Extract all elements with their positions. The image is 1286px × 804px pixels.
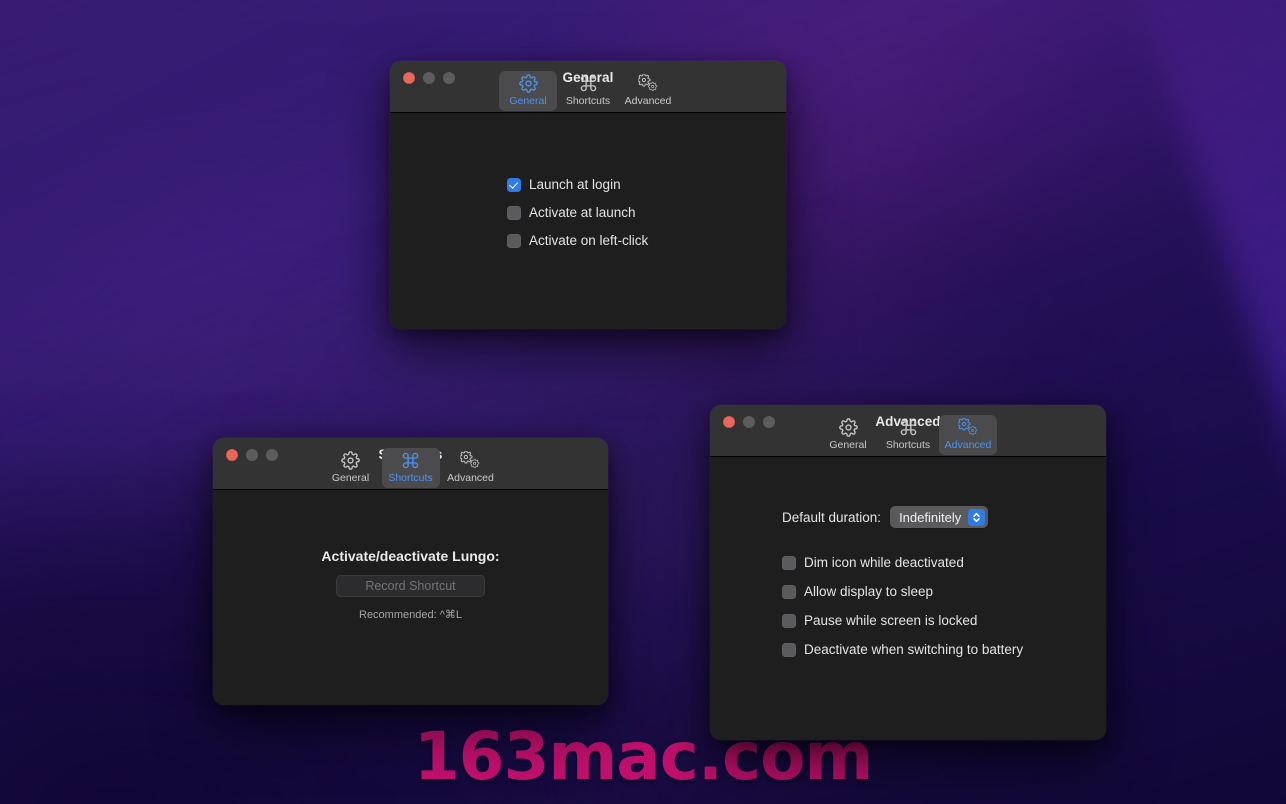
tab-general[interactable]: General [322, 448, 380, 488]
general-toolbar: General Shortcuts Advanced [390, 71, 786, 113]
general-preferences-window[interactable]: General General Shortcuts Advanced Launc… [390, 61, 786, 329]
checkbox-row-dim-icon[interactable]: Dim icon while deactivated [782, 555, 1106, 571]
general-body: Launch at login Activate at launch Activ… [390, 113, 786, 328]
advanced-titlebar: Advanced General Shortcuts Advanced [710, 405, 1106, 457]
checkbox-row-allow-display-sleep[interactable]: Allow display to sleep [782, 584, 1106, 600]
checkbox-activate-at-launch-label: Activate at launch [529, 205, 636, 220]
gear-icon [838, 417, 858, 438]
checkbox-activate-on-left-click-label: Activate on left-click [529, 233, 649, 248]
shortcuts-body: Activate/deactivate Lungo: Record Shortc… [213, 490, 608, 704]
shortcut-prompt-label: Activate/deactivate Lungo: [321, 548, 500, 564]
tab-general-label: General [829, 439, 867, 451]
shortcuts-titlebar: Shortcuts General [213, 438, 608, 490]
checkbox-row-pause-screen-locked[interactable]: Pause while screen is locked [782, 613, 1106, 629]
checkbox-dim-icon-label: Dim icon while deactivated [804, 555, 964, 570]
tab-general-label: General [509, 95, 547, 107]
gear-icon [341, 450, 360, 471]
tab-shortcuts-label: Shortcuts [565, 95, 611, 107]
double-gear-icon [957, 417, 979, 438]
shortcuts-toolbar: General Shortcuts Advanced [213, 448, 608, 490]
gear-icon [518, 73, 538, 94]
checkbox-dim-icon-while-deactivated[interactable] [782, 556, 796, 570]
checkbox-activate-at-launch[interactable] [507, 206, 521, 220]
tab-shortcuts-label: Shortcuts [885, 439, 931, 451]
advanced-checkbox-group: Dim icon while deactivated Allow display… [782, 555, 1106, 658]
chevron-up-down-icon [968, 508, 986, 526]
default-duration-select[interactable]: Indefinitely [890, 506, 989, 528]
advanced-toolbar: General Shortcuts Advanced [710, 415, 1106, 457]
tab-advanced[interactable]: Advanced [939, 415, 997, 455]
tab-shortcuts[interactable]: Shortcuts [879, 415, 937, 455]
checkbox-pause-while-screen-is-locked[interactable] [782, 614, 796, 628]
record-shortcut-button[interactable]: Record Shortcut [336, 575, 485, 597]
checkbox-row-deactivate-on-battery[interactable]: Deactivate when switching to battery [782, 642, 1106, 658]
checkbox-deactivate-on-battery-label: Deactivate when switching to battery [804, 642, 1024, 657]
checkbox-row-activate-on-left-click[interactable]: Activate on left-click [507, 233, 786, 249]
checkbox-row-launch-at-login[interactable]: Launch at login [507, 177, 786, 193]
desktop-wallpaper: General General Shortcuts Advanced Launc… [0, 0, 1286, 804]
command-icon [579, 73, 598, 94]
tab-advanced[interactable]: Advanced [442, 448, 500, 488]
general-titlebar: General General Shortcuts Advanced [390, 61, 786, 113]
tab-general[interactable]: General [499, 71, 557, 111]
tab-general-label: General [331, 472, 370, 484]
checkbox-allow-display-sleep-label: Allow display to sleep [804, 584, 934, 599]
checkbox-row-activate-at-launch[interactable]: Activate at launch [507, 205, 786, 221]
tab-advanced-label: Advanced [944, 439, 992, 451]
checkbox-deactivate-when-switching-to-battery[interactable] [782, 643, 796, 657]
tab-shortcuts-label: Shortcuts [388, 472, 433, 484]
default-duration-row: Default duration: Indefinitely [782, 506, 1106, 528]
tab-general[interactable]: General [819, 415, 877, 455]
default-duration-label: Default duration: [782, 509, 882, 525]
advanced-preferences-window[interactable]: Advanced General Shortcuts Advanced Defa… [710, 405, 1106, 740]
command-icon [401, 450, 420, 471]
double-gear-icon [460, 450, 481, 471]
command-icon [899, 417, 918, 438]
checkbox-allow-display-to-sleep[interactable] [782, 585, 796, 599]
checkbox-activate-on-left-click[interactable] [507, 234, 521, 248]
recommended-shortcut-hint: Recommended: ^⌘L [359, 609, 462, 621]
tab-advanced-label: Advanced [624, 95, 672, 107]
default-duration-value: Indefinitely [899, 509, 962, 525]
checkbox-launch-at-login-label: Launch at login [529, 177, 621, 192]
checkbox-pause-screen-locked-label: Pause while screen is locked [804, 613, 978, 628]
checkbox-launch-at-login[interactable] [507, 178, 521, 192]
shortcuts-preferences-window[interactable]: Shortcuts General [213, 438, 608, 705]
double-gear-icon [637, 73, 659, 94]
advanced-body: Default duration: Indefinitely Dim icon … [710, 457, 1106, 739]
tab-advanced[interactable]: Advanced [619, 71, 677, 111]
tab-shortcuts[interactable]: Shortcuts [559, 71, 617, 111]
tab-advanced-label: Advanced [447, 472, 494, 484]
tab-shortcuts[interactable]: Shortcuts [381, 448, 440, 488]
